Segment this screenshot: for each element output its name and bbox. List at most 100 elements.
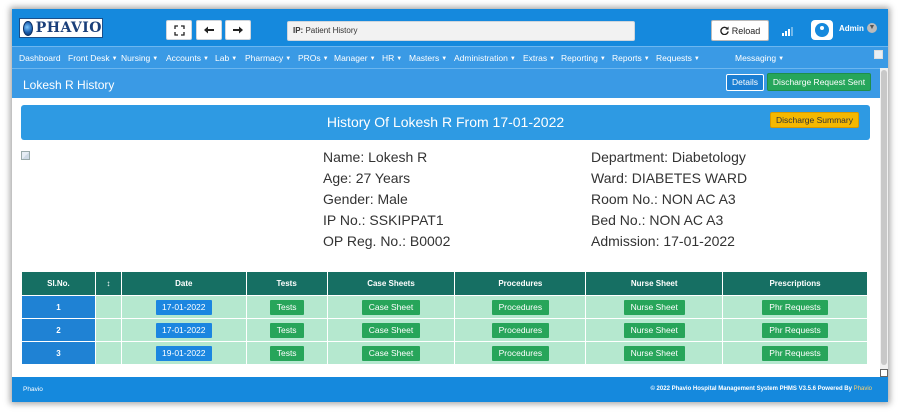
- col-procedures: Procedures: [454, 271, 587, 296]
- user-name[interactable]: Admin: [839, 24, 864, 33]
- history-title: History Of Lokesh R From 17-01-2022: [326, 114, 565, 130]
- nav-item-lab[interactable]: Lab ▼: [215, 53, 237, 63]
- nav-item-nursing[interactable]: Nursing ▼: [121, 53, 158, 63]
- nav-item-reporting[interactable]: Reporting ▼: [561, 53, 606, 63]
- row-tests-cell: Tests: [245, 295, 328, 319]
- caret-down-icon: ▼: [322, 56, 329, 62]
- chevron-down-icon[interactable]: ▼: [867, 23, 877, 33]
- scrollbar-thumb[interactable]: [881, 70, 887, 365]
- row-sl-no: 1: [21, 295, 96, 319]
- forward-button[interactable]: [225, 20, 251, 40]
- row-date-cell: 17-01-2022: [120, 318, 247, 342]
- reload-label: Reload: [731, 25, 761, 36]
- row-tests-cell: Tests: [245, 341, 328, 365]
- col-date: Date: [120, 271, 247, 296]
- row-empty-cell: [94, 341, 122, 365]
- phr-requests-button[interactable]: Phr Requests: [762, 322, 828, 338]
- case-sheet-button[interactable]: Case Sheet: [361, 299, 421, 315]
- patient-photo-broken-image-icon: [21, 151, 30, 160]
- signal-strength-icon: [782, 26, 794, 36]
- patient-bed-no: Bed No.: NON AC A3: [591, 212, 724, 228]
- app-logo[interactable]: PHAVIO: [19, 18, 103, 38]
- user-icon: [815, 23, 829, 37]
- procedures-button[interactable]: Procedures: [491, 345, 550, 361]
- footer-copyright: © 2022 Phavio Hospital Management System…: [650, 386, 872, 392]
- nav-item-extras[interactable]: Extras ▼: [523, 53, 555, 63]
- case-sheet-button[interactable]: Case Sheet: [361, 345, 421, 361]
- procedures-button[interactable]: Procedures: [491, 299, 550, 315]
- nav-item-label: Pharmacy: [245, 53, 284, 63]
- nav-item-masters[interactable]: Masters ▼: [409, 53, 447, 63]
- caret-down-icon: ▼: [693, 56, 700, 62]
- caret-down-icon: ▼: [549, 56, 556, 62]
- procedures-button[interactable]: Procedures: [491, 322, 550, 338]
- app-window: PHAVIO IP: Patient History Reload Admin …: [12, 9, 888, 402]
- nav-item-accounts[interactable]: Accounts ▼: [166, 53, 209, 63]
- case-sheet-button[interactable]: Case Sheet: [361, 322, 421, 338]
- arrow-left-icon: [204, 26, 214, 34]
- table-header-row: Sl.No. ↕ Date Tests Case Sheets Procedur…: [21, 271, 868, 296]
- search-value: Patient History: [305, 26, 358, 35]
- nav-item-messaging[interactable]: Messaging ▼: [735, 53, 784, 63]
- phr-requests-button[interactable]: Phr Requests: [762, 299, 828, 315]
- caret-down-icon: ▼: [778, 56, 785, 62]
- patient-admission: Admission: 17-01-2022: [591, 233, 735, 249]
- nurse-sheet-button[interactable]: Nurse Sheet: [623, 322, 685, 338]
- tests-button[interactable]: Tests: [269, 345, 304, 361]
- fullscreen-button[interactable]: [166, 20, 192, 40]
- nav-item-label: Reports: [612, 53, 642, 63]
- resize-corner-icon[interactable]: [880, 369, 888, 377]
- nurse-sheet-button[interactable]: Nurse Sheet: [623, 345, 685, 361]
- nav-item-label: Requests: [656, 53, 692, 63]
- caret-down-icon: ▼: [231, 56, 238, 62]
- nav-item-dashboard[interactable]: Dashboard: [19, 53, 61, 63]
- row-empty-cell: [94, 295, 122, 319]
- nav-item-front-desk[interactable]: Front Desk ▼: [68, 53, 118, 63]
- sort-icon[interactable]: ↕: [94, 271, 122, 296]
- row-sl-no: 2: [21, 318, 96, 342]
- row-presc-cell: Phr Requests: [722, 318, 868, 342]
- patient-info-left: Name: Lokesh R Age: 27 Years Gender: Mal…: [323, 147, 450, 252]
- nav-item-reports[interactable]: Reports ▼: [612, 53, 650, 63]
- nav-item-label: Administration: [454, 53, 508, 63]
- nav-item-pharmacy[interactable]: Pharmacy ▼: [245, 53, 291, 63]
- nav-item-pros[interactable]: PROs ▼: [298, 53, 329, 63]
- date-button[interactable]: 19-01-2022: [156, 345, 212, 361]
- nav-item-label: Masters: [409, 53, 440, 63]
- table-row: 1 17-01-2022 Tests Case Sheet Procedures…: [21, 295, 868, 319]
- history-banner: History Of Lokesh R From 17-01-2022 Disc…: [21, 105, 870, 140]
- nav-item-label: Messaging: [735, 53, 777, 63]
- caret-down-icon: ▼: [111, 56, 118, 62]
- caret-down-icon: ▼: [285, 56, 292, 62]
- details-button[interactable]: Details: [726, 74, 764, 91]
- discharge-request-sent-button[interactable]: Discharge Request Sent: [767, 73, 871, 91]
- reload-button[interactable]: Reload: [711, 20, 769, 41]
- row-date-cell: 19-01-2022: [120, 341, 247, 365]
- tests-button[interactable]: Tests: [269, 299, 304, 315]
- row-proc-cell: Procedures: [454, 318, 587, 342]
- back-button[interactable]: [196, 20, 222, 40]
- table-row: 2 17-01-2022 Tests Case Sheet Procedures…: [21, 318, 868, 342]
- discharge-summary-button[interactable]: Discharge Summary: [770, 112, 859, 128]
- nav-item-requests[interactable]: Requests ▼: [656, 53, 700, 63]
- date-button[interactable]: 17-01-2022: [156, 299, 212, 315]
- nav-item-manager[interactable]: Manager ▼: [334, 53, 376, 63]
- patient-search-input[interactable]: IP: Patient History: [287, 21, 635, 41]
- footer-powered-by-link[interactable]: Phavio: [854, 386, 872, 392]
- nav-item-label: Manager: [334, 53, 368, 63]
- vertical-scrollbar[interactable]: [880, 68, 888, 376]
- patient-op-reg-no: OP Reg. No.: B0002: [323, 233, 451, 249]
- col-nurse-sheet: Nurse Sheet: [585, 271, 724, 296]
- col-tests: Tests: [245, 271, 328, 296]
- date-button[interactable]: 17-01-2022: [156, 322, 212, 338]
- patient-name: Name: Lokesh R: [323, 149, 428, 165]
- nav-item-hr[interactable]: HR ▼: [382, 53, 402, 63]
- logo-text: PHAVIO: [35, 20, 102, 36]
- collapse-icon[interactable]: [874, 50, 883, 59]
- user-avatar[interactable]: [811, 20, 833, 40]
- tests-button[interactable]: Tests: [269, 322, 304, 338]
- phr-requests-button[interactable]: Phr Requests: [762, 345, 828, 361]
- history-table: Sl.No. ↕ Date Tests Case Sheets Procedur…: [21, 271, 868, 365]
- nav-item-administration[interactable]: Administration ▼: [454, 53, 516, 63]
- nurse-sheet-button[interactable]: Nurse Sheet: [623, 299, 685, 315]
